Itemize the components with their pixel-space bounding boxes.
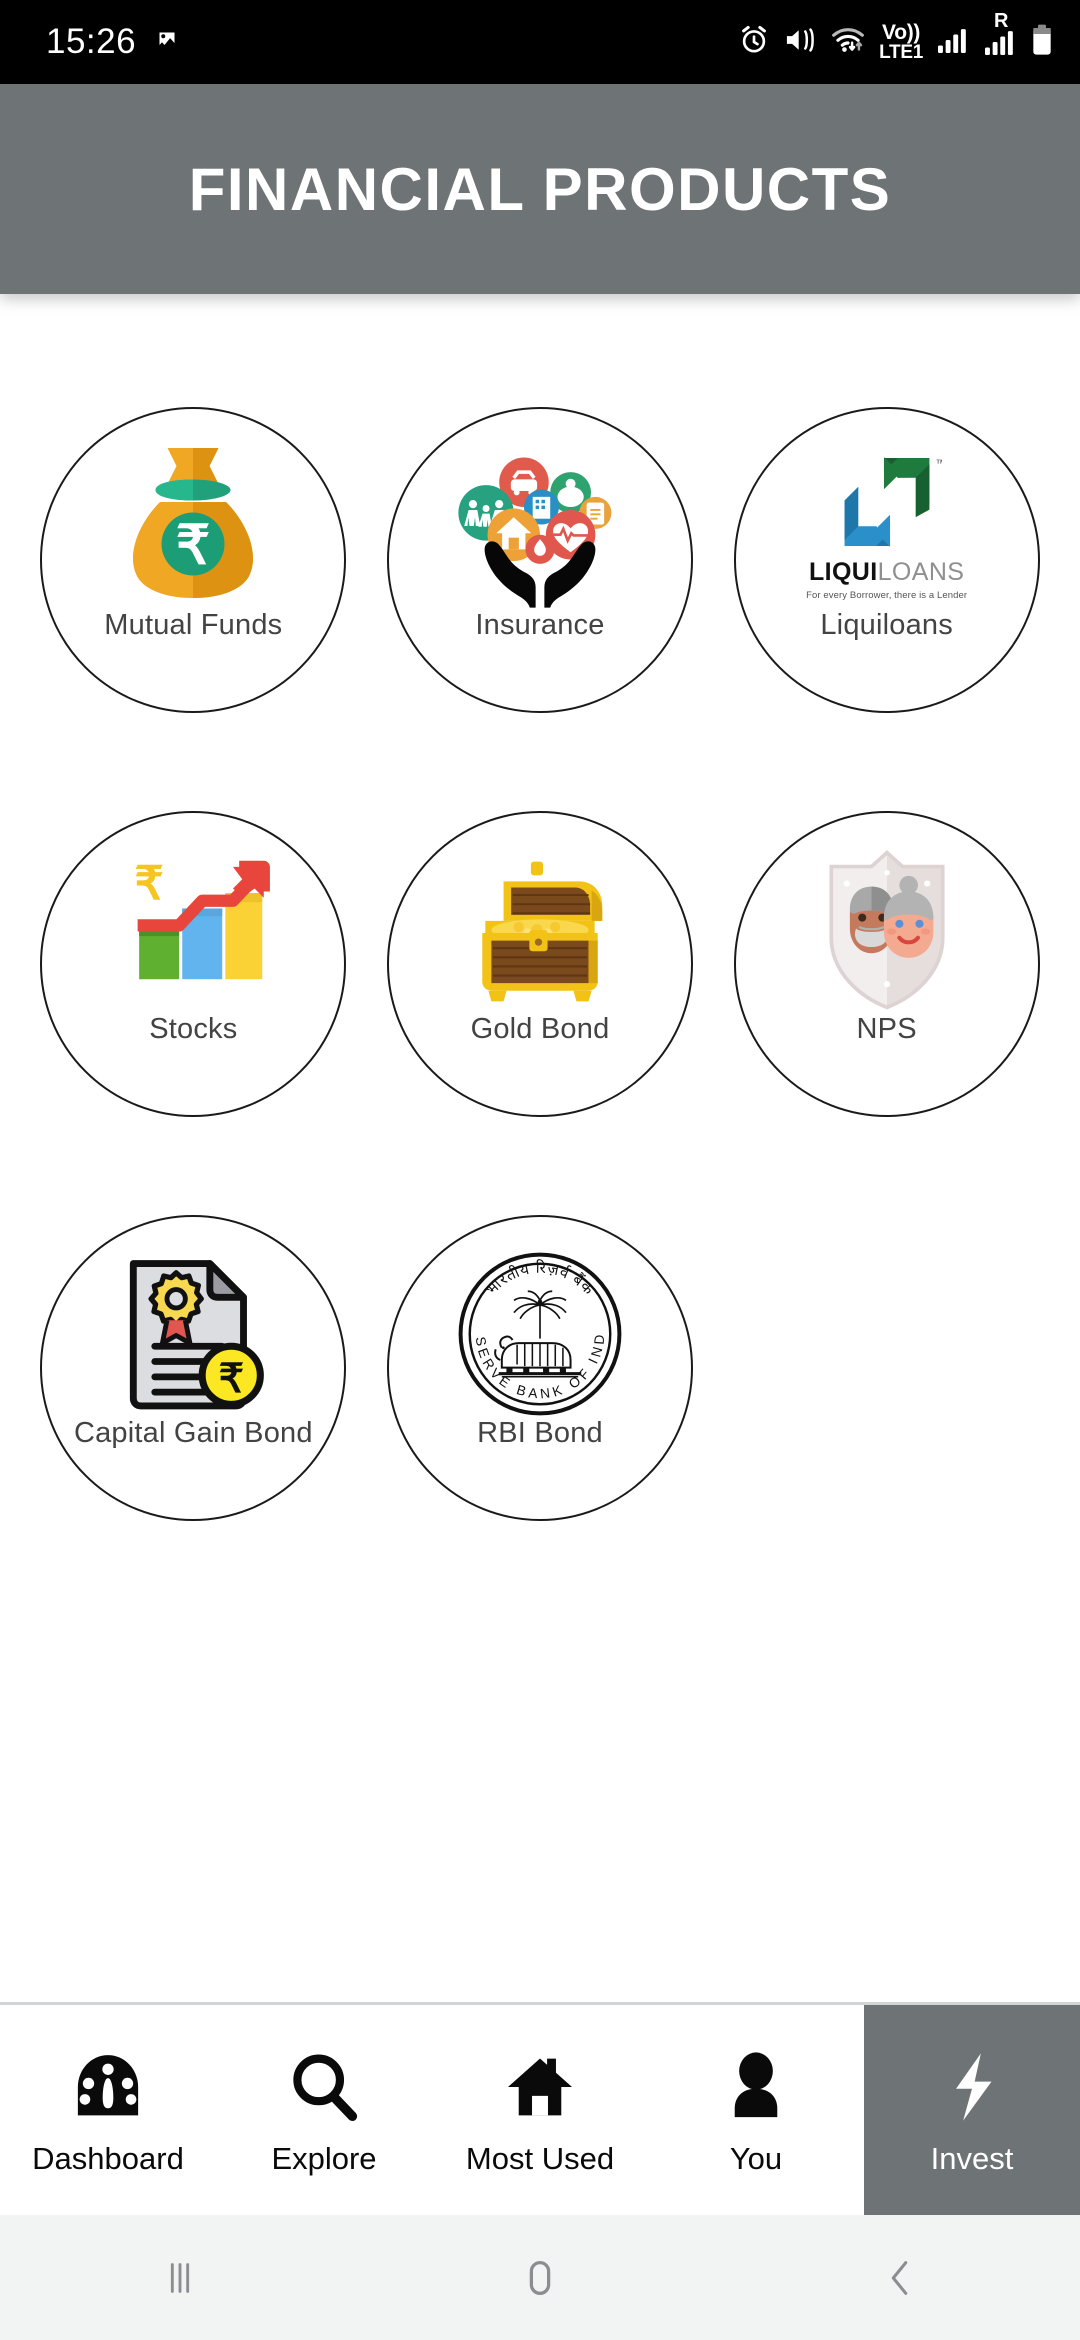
svg-text:™: ™	[935, 458, 942, 470]
android-system-nav	[0, 2215, 1080, 2340]
product-tile-capital-gain-bond[interactable]: ₹ Capital Gain Bond	[40, 1215, 347, 1521]
certificate-rupee-icon: ₹	[42, 1241, 344, 1427]
money-bag-icon: ₹	[42, 433, 344, 619]
status-bar-left: 15:26	[46, 22, 182, 62]
liquiloans-logo-icon: ™ LIQUI LOANS For every Borrower, there …	[736, 433, 1038, 619]
product-tile-insurance[interactable]: Insurance	[386, 407, 693, 713]
nav-item-most-used[interactable]: Most Used	[432, 2005, 648, 2215]
image-icon	[152, 25, 182, 60]
speedometer-icon	[69, 2043, 147, 2131]
nav-label: Most Used	[465, 2141, 615, 2176]
nav-label: Dashboard	[32, 2141, 184, 2176]
svg-text:₹: ₹	[219, 1357, 244, 1401]
nav-item-dashboard[interactable]: Dashboard	[0, 2005, 216, 2215]
product-label: Stocks	[149, 1013, 238, 1045]
home-pill-icon[interactable]	[450, 2215, 630, 2340]
mute-vibrate-icon	[783, 25, 817, 60]
roaming-signal-icon: R	[983, 10, 1017, 57]
product-label: Insurance	[475, 609, 605, 641]
product-label: Capital Gain Bond	[73, 1417, 313, 1449]
nav-item-you[interactable]: You	[648, 2005, 864, 2215]
product-tile-liquiloans[interactable]: ™ LIQUI LOANS For every Borrower, there …	[733, 407, 1040, 713]
recents-icon[interactable]	[90, 2215, 270, 2340]
nav-label: Invest	[930, 2141, 1014, 2176]
treasure-chest-icon	[389, 837, 691, 1023]
status-bar-clock: 15:26	[46, 22, 137, 61]
product-tile-nps[interactable]: NPS	[733, 811, 1040, 1117]
product-grid: ₹ Mutual Funds Insurance LIQUI LOANS For…	[0, 294, 1080, 1521]
nav-label: You	[729, 2141, 783, 2176]
home-icon	[501, 2043, 579, 2131]
product-grid-scroll-area: ₹ Mutual Funds Insurance LIQUI LOANS For…	[0, 294, 1080, 2002]
nav-item-explore[interactable]: Explore	[216, 2005, 432, 2215]
hands-insurance-icon	[389, 433, 691, 619]
wifi-icon	[830, 25, 866, 60]
product-label: Mutual Funds	[104, 609, 283, 641]
product-label: Gold Bond	[470, 1013, 610, 1045]
shield-elderly-couple-icon	[736, 837, 1038, 1023]
rbi-seal-icon: भारतीय रिज़र्व बैंक RESERVE BANK OF INDI…	[389, 1241, 691, 1427]
status-bar-right: Vo)) LTE1 R	[738, 10, 1054, 62]
volte-bottom-label: LTE1	[879, 42, 923, 63]
product-tile-mutual-funds[interactable]: ₹ Mutual Funds	[40, 407, 347, 713]
product-label: RBI Bond	[477, 1417, 603, 1449]
svg-text:₹: ₹	[176, 516, 210, 576]
app-header: FINANCIAL PRODUCTS	[0, 84, 1080, 294]
alarm-icon	[738, 24, 770, 61]
product-tile-stocks[interactable]: ₹ Stocks	[40, 811, 347, 1117]
liquiloans-tagline: For every Borrower, there is a Lender	[806, 589, 968, 601]
liquiloans-logo-text-primary: LIQUI	[808, 557, 878, 586]
nav-item-invest[interactable]: Invest	[864, 2005, 1080, 2215]
person-icon	[717, 2043, 795, 2131]
magnifier-icon	[285, 2043, 363, 2131]
bar-chart-growth-icon: ₹	[42, 837, 344, 1023]
signal-icon	[936, 25, 970, 60]
back-chevron-icon[interactable]	[810, 2215, 990, 2340]
liquiloans-logo-text-secondary: LOANS	[877, 557, 965, 586]
battery-icon	[1030, 24, 1054, 61]
volte-top-label: Vo))	[882, 21, 921, 44]
status-bar: 15:26 Vo)) LTE1 R	[0, 0, 1080, 84]
volte-icon: Vo)) LTE1	[879, 22, 923, 62]
lightning-bolt-icon	[933, 2043, 1011, 2131]
roaming-label: R	[994, 10, 1009, 32]
product-tile-gold-bond[interactable]: Gold Bond	[386, 811, 693, 1117]
product-tile-rbi-bond[interactable]: भारतीय रिज़र्व बैंक RESERVE BANK OF INDI…	[386, 1215, 693, 1521]
bottom-navigation: Dashboard Explore Most Used You Invest	[0, 2002, 1080, 2215]
svg-text:₹: ₹	[135, 857, 164, 909]
product-label: NPS	[856, 1013, 917, 1045]
page-title: FINANCIAL PRODUCTS	[188, 155, 892, 223]
product-label: Liquiloans	[820, 609, 953, 641]
nav-label: Explore	[271, 2141, 377, 2176]
